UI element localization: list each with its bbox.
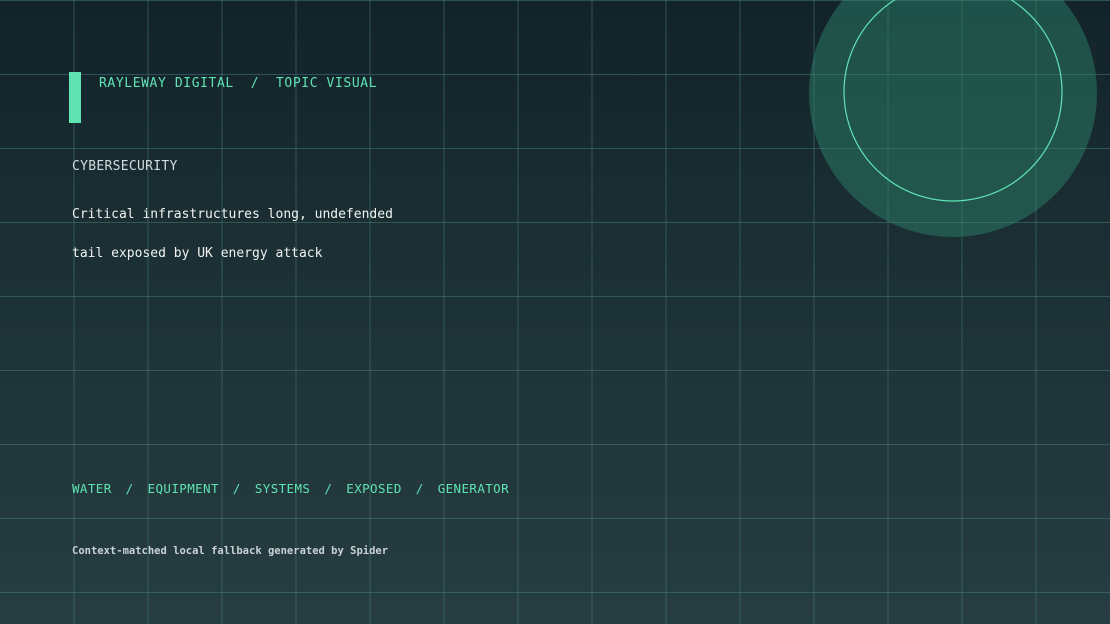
tag-list: WATER / EQUIPMENT / SYSTEMS / EXPOSED / … [72,481,509,496]
tag-separator: / [125,481,134,496]
tag-item: WATER [72,481,112,496]
tag-separator: / [324,481,333,496]
tag-separator: / [232,481,241,496]
tag-item: EXPOSED [346,481,402,496]
category-label: CYBERSECURITY [72,159,178,174]
footer-credit: Context-matched local fallback generated… [72,545,389,557]
headline-line-1: Critical infrastructures long, undefende… [72,207,393,222]
brand-header: RAYLEWAY DIGITAL / TOPIC VISUAL [99,76,377,91]
brand-name: RAYLEWAY DIGITAL [99,76,234,91]
brand-accent-bar [69,72,81,123]
brand-section: TOPIC VISUAL [275,76,378,91]
headline-line-2: tail exposed by UK energy attack [72,246,323,261]
tag-item: GENERATOR [437,481,510,496]
brand-separator: / [250,76,260,91]
tag-item: EQUIPMENT [147,481,219,496]
decorative-circle [809,0,1097,237]
tag-separator: / [415,481,424,496]
tag-item: SYSTEMS [254,481,311,496]
